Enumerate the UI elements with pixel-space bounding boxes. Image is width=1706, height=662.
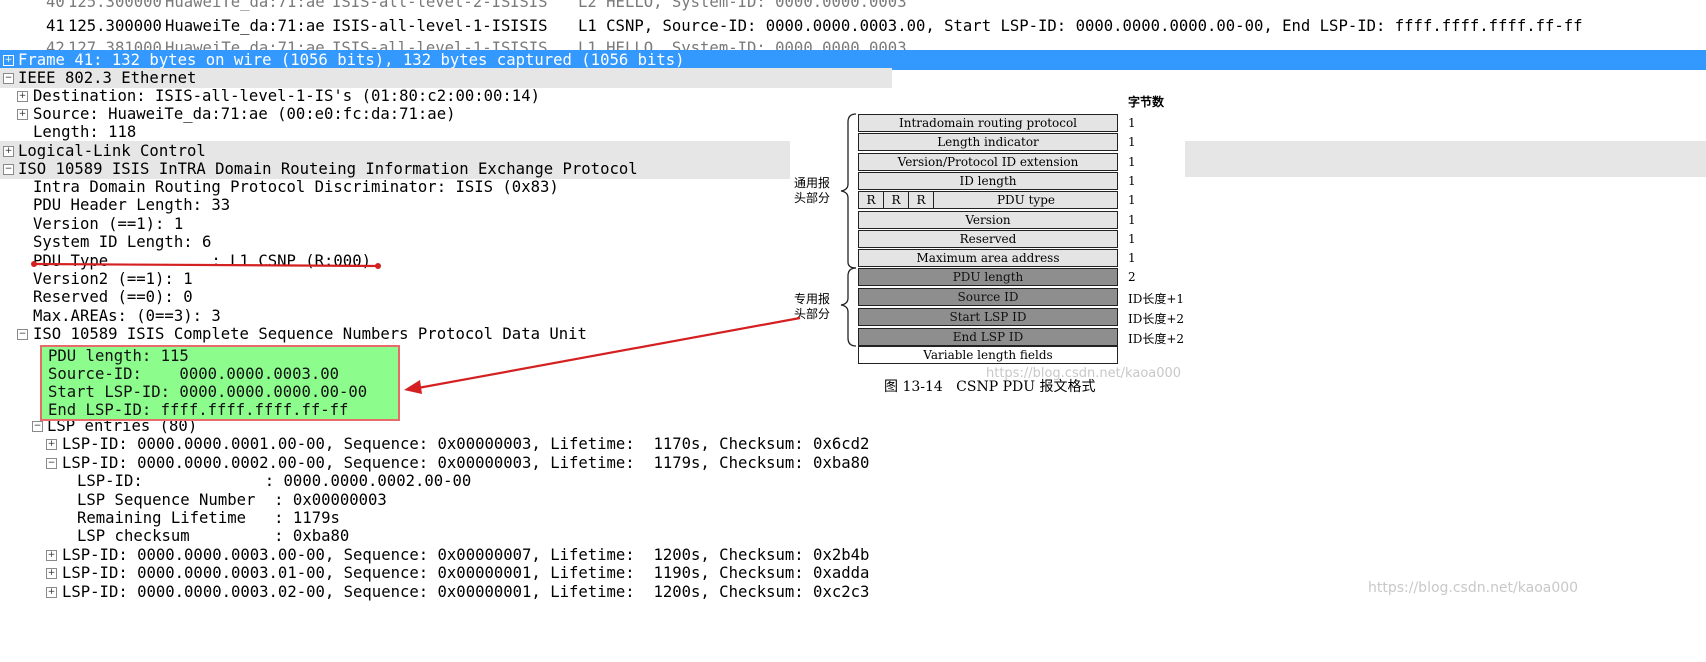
annotation-arrow-head — [404, 380, 422, 394]
pdu-type-underline — [33, 262, 379, 268]
common-header-brace — [840, 113, 857, 269]
specific-header-brace — [840, 267, 857, 347]
annotation-overlay — [31, 113, 857, 394]
underline-start-dot — [31, 261, 37, 267]
annotation-arrow-line — [417, 316, 801, 390]
underline-end-dot — [375, 263, 381, 269]
